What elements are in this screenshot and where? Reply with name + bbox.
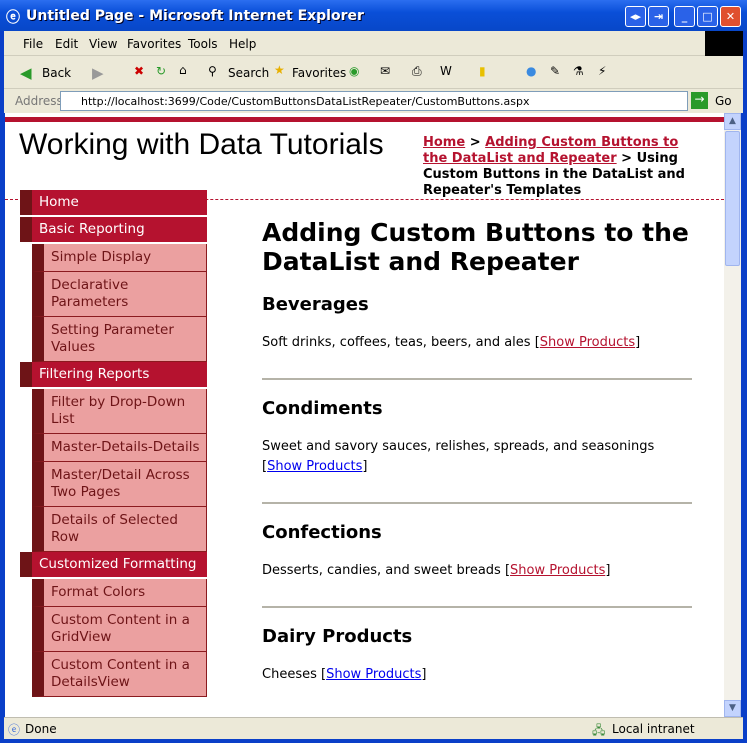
address-input[interactable]: http://localhost:3699/Code/CustomButtons… (60, 91, 688, 111)
home-icon[interactable]: ⌂ (179, 63, 187, 77)
show-products-link[interactable]: Show Products (540, 335, 635, 350)
header-border (5, 117, 724, 122)
page-content: Working with Data Tutorials Home > Addin… (5, 113, 724, 717)
zone-text: Local intranet (612, 722, 695, 736)
sidebar-item[interactable]: Filter by Drop-Down List (32, 389, 207, 434)
search-icon[interactable]: ⚲ (208, 64, 217, 78)
show-products-link[interactable]: Show Products (267, 459, 362, 474)
maximize-button[interactable]: □ (697, 6, 718, 27)
messenger-icon[interactable]: ● (526, 64, 536, 78)
main-content: Adding Custom Buttons to the DataList an… (262, 218, 692, 685)
menu-bar: File Edit View Favorites Tools Help (4, 31, 743, 56)
toolbar: ◀ Back ▶ ✖ ↻ ⌂ ⚲ Search ★ Favorites ◉ ✉ … (4, 56, 743, 89)
sidebar-nav: Home Basic Reporting Simple Display Declara… (20, 190, 207, 697)
description-text: Sweet and savory sauces, relishes, sprea… (262, 439, 655, 454)
sidebar-item[interactable]: Master-Details-Details (32, 434, 207, 462)
go-icon[interactable]: → (691, 92, 708, 109)
minimize-button[interactable]: _ (674, 6, 695, 27)
description-text: Cheeses (262, 667, 317, 682)
note-icon[interactable]: ▮ (479, 64, 486, 78)
sidebar-item[interactable]: Filtering Reports (20, 362, 207, 387)
title-bar: ⓔ Untitled Page - Microsoft Internet Exp… (0, 0, 747, 31)
forward-icon[interactable]: ▶ (92, 64, 104, 82)
status-bar: ⓔ Done 🖧 Local intranet (4, 717, 743, 739)
menu-help[interactable]: Help (229, 37, 256, 51)
menu-file[interactable]: File (23, 37, 43, 51)
plugin-icon[interactable]: ⚡ (598, 64, 606, 78)
category-description: Soft drinks, coffees, teas, beers, and a… (262, 335, 641, 350)
breadcrumb-separator: > (616, 151, 637, 166)
mail-icon[interactable]: ✉ (380, 64, 390, 78)
category-name: Condiments (262, 398, 383, 419)
windows-logo (705, 31, 743, 56)
show-products-link[interactable]: Show Products (510, 563, 605, 578)
sidebar-item[interactable]: Format Colors (32, 579, 207, 607)
menu-edit[interactable]: Edit (55, 37, 78, 51)
sidebar-item[interactable]: Master/Detail Across Two Pages (32, 462, 207, 507)
media-icon[interactable]: ◉ (349, 64, 359, 78)
sidebar-item[interactable]: Basic Reporting (20, 217, 207, 242)
category-item: Condiments Sweet and savory sauces, reli… (262, 398, 692, 504)
category-name: Confections (262, 522, 382, 543)
category-item: Confections Desserts, candies, and sweet… (262, 522, 692, 608)
address-label: Address (15, 94, 63, 108)
menu-tools[interactable]: Tools (188, 37, 218, 51)
menu-view[interactable]: View (89, 37, 117, 51)
scroll-down-icon[interactable]: ▼ (724, 700, 741, 717)
go-button[interactable]: Go (715, 94, 732, 108)
word-icon[interactable]: W (440, 64, 452, 78)
intranet-icon: 🖧 (592, 723, 606, 737)
address-bar: Address http://localhost:3699/Code/Custo… (4, 89, 743, 113)
menu-favorites[interactable]: Favorites (127, 37, 181, 51)
category-item: Beverages Soft drinks, coffees, teas, be… (262, 294, 692, 380)
category-description: Sweet and savory sauces, relishes, sprea… (262, 439, 655, 474)
category-list: Beverages Soft drinks, coffees, teas, be… (262, 294, 692, 685)
research-icon[interactable]: ⚗ (573, 64, 584, 78)
stop-icon[interactable]: ✖ (134, 64, 144, 78)
favorites-button[interactable]: Favorites (292, 66, 346, 80)
sidebar-item[interactable]: Custom Content in a GridView (32, 607, 207, 652)
sidebar-item[interactable]: Setting Parameter Values (32, 317, 207, 362)
sidebar-item[interactable]: Details of Selected Row (32, 507, 207, 552)
description-text: Desserts, candies, and sweet breads (262, 563, 501, 578)
category-description: Desserts, candies, and sweet breads [Sho… (262, 563, 611, 578)
print-icon[interactable]: ⎙ (412, 64, 422, 79)
refresh-icon[interactable]: ↻ (156, 64, 166, 78)
sidebar-item[interactable]: Simple Display (32, 244, 207, 272)
sidebar-item[interactable]: Home (20, 190, 207, 215)
breadcrumb-home[interactable]: Home (423, 135, 465, 150)
category-description: Cheeses [Show Products] (262, 667, 427, 682)
sidebar-item[interactable]: Customized Formatting (20, 552, 207, 577)
category-name: Dairy Products (262, 626, 413, 647)
favorites-icon[interactable]: ★ (274, 63, 285, 77)
show-products-link[interactable]: Show Products (326, 667, 421, 682)
back-icon[interactable]: ◀ (20, 64, 32, 82)
page-title: Adding Custom Buttons to the DataList an… (262, 218, 689, 276)
description-text: Soft drinks, coffees, teas, beers, and a… (262, 335, 531, 350)
divider (262, 502, 692, 504)
back-button[interactable]: Back (42, 66, 71, 80)
exit-icon[interactable]: ⇥ (648, 6, 669, 27)
status-text: Done (25, 722, 57, 736)
ie-icon: ⓔ (6, 10, 20, 26)
close-button[interactable]: ✕ (720, 6, 741, 27)
page-icon: ⓔ (8, 723, 21, 737)
divider (262, 606, 692, 608)
sidebar-item[interactable]: Custom Content in a DetailsView (32, 652, 207, 697)
scroll-thumb[interactable] (725, 131, 740, 266)
back-forward-icon[interactable]: ◂▸ (625, 6, 646, 27)
scroll-up-icon[interactable]: ▲ (724, 113, 741, 130)
category-item: Dairy Products Cheeses [Show Products] (262, 626, 692, 685)
tool-icon[interactable]: ✎ (550, 64, 560, 78)
search-button[interactable]: Search (228, 66, 269, 80)
breadcrumb: Home > Adding Custom Buttons to the Data… (423, 135, 703, 199)
window-title: Untitled Page - Microsoft Internet Explo… (26, 8, 364, 24)
sidebar-item[interactable]: Declarative Parameters (32, 272, 207, 317)
divider (262, 378, 692, 380)
breadcrumb-separator: > (465, 135, 486, 150)
category-name: Beverages (262, 294, 369, 315)
vertical-scrollbar[interactable]: ▲ ▼ (724, 113, 741, 717)
site-title: Working with Data Tutorials (19, 128, 384, 161)
